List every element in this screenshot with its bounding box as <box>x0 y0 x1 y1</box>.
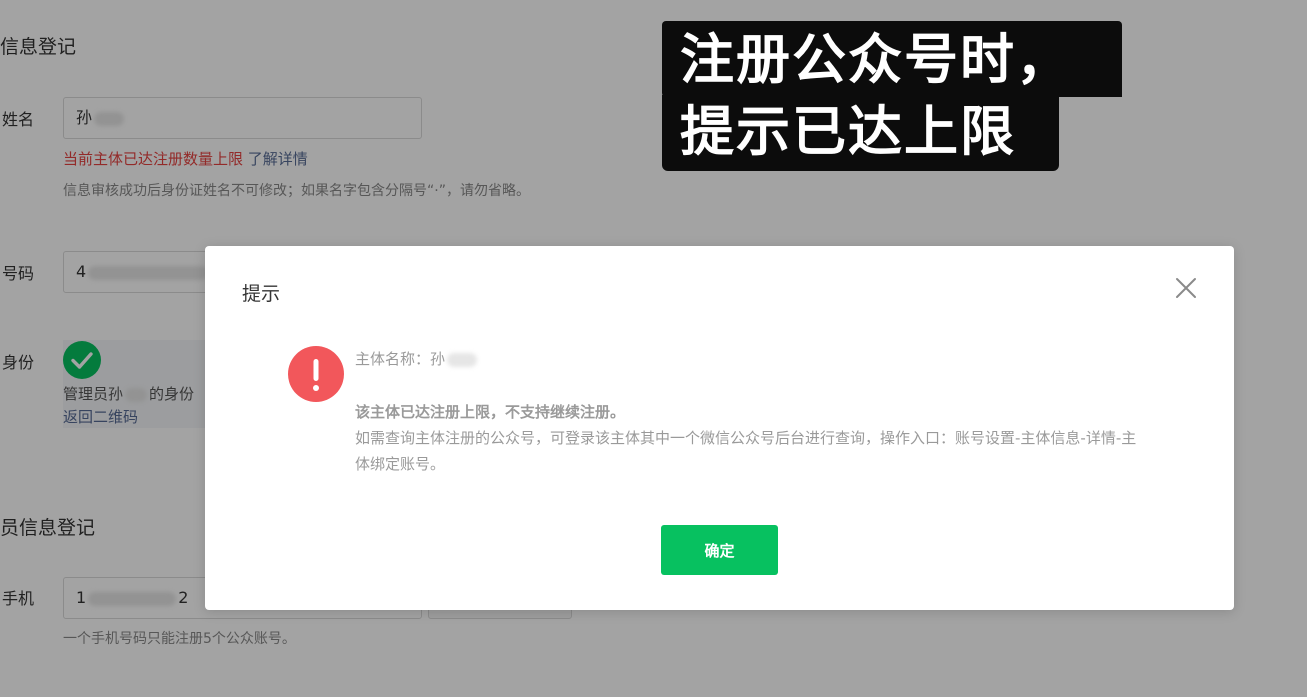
close-icon[interactable] <box>1175 277 1197 299</box>
limit-reached-dialog: 提示 主体名称：孙 该主体已达注册上限，不支持继续注册。 如需查询主体注册的公众… <box>205 246 1234 610</box>
subject-name-text: 主体名称：孙 <box>355 350 446 368</box>
subject-name: 主体名称：孙 <box>355 348 478 369</box>
caption-line-1: 注册公众号时， <box>662 21 1122 97</box>
limit-message: 该主体已达注册上限，不支持继续注册。 <box>355 403 626 421</box>
caption-line-2: 提示已达上限 <box>662 95 1059 171</box>
subject-name-redaction <box>447 352 478 367</box>
warning-icon <box>288 346 344 402</box>
limit-detail-message: 如需查询主体注册的公众号，可登录该主体其中一个微信公众号后台进行查询，操作入口：… <box>355 429 1137 473</box>
dialog-title: 提示 <box>242 283 281 305</box>
confirm-button[interactable]: 确定 <box>661 525 778 575</box>
